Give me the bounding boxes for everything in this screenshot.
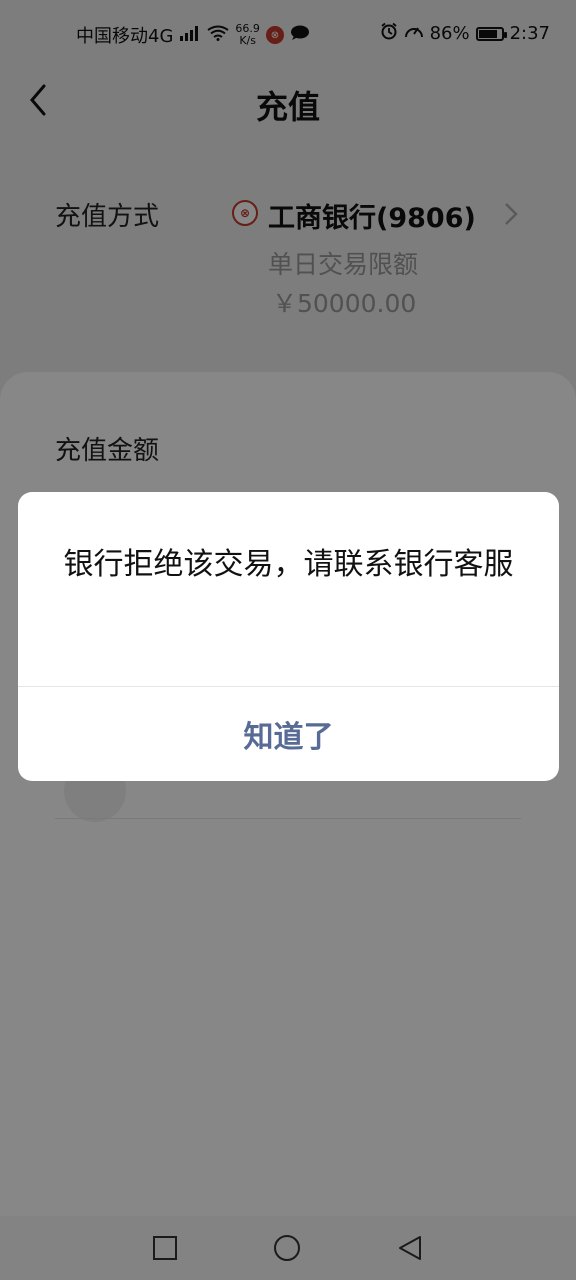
dialog-message: 银行拒绝该交易，请联系银行客服	[63, 547, 514, 582]
dialog-ok-button[interactable]: 知道了	[18, 687, 559, 781]
screen: 中国移动4G 66.9 K/s ⊗ 86% 2:37 充值 充值方式 ⊗ 工商银…	[0, 0, 576, 1280]
alert-dialog: 银行拒绝该交易，请联系银行客服 知道了	[18, 492, 559, 781]
